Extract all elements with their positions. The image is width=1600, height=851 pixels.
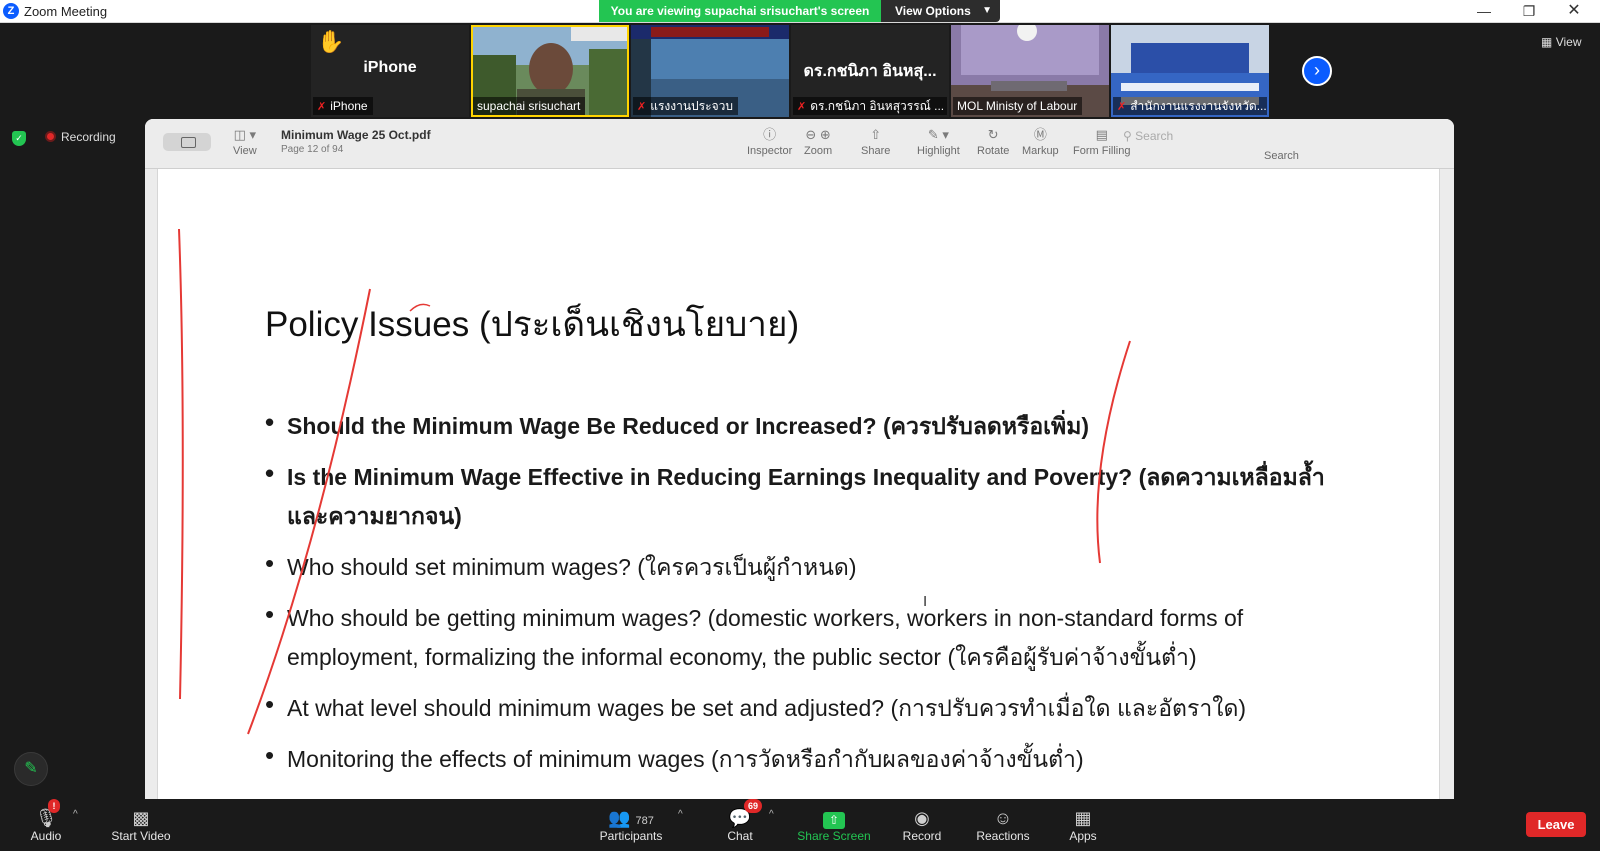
- record-icon: ◉: [914, 808, 930, 828]
- zoom-logo-icon: Z: [3, 3, 19, 19]
- sidebar-toggle-button[interactable]: [163, 133, 211, 151]
- participant-name-label: supachai srisuchart: [473, 97, 586, 115]
- view-menu-button[interactable]: ◫ ▾ View: [233, 125, 257, 157]
- rotate-icon: ↻: [987, 127, 999, 142]
- markup-button[interactable]: Ⓜ Markup: [1022, 125, 1059, 157]
- participant-name-label: ✗ iPhone: [313, 97, 373, 115]
- participants-options-caret[interactable]: ^: [678, 809, 683, 820]
- minimize-button[interactable]: —: [1462, 0, 1506, 23]
- viewing-screen-banner: You are viewing supachai srisuchart's sc…: [599, 0, 881, 22]
- participant-name-label: MOL Ministy of Labour: [953, 97, 1083, 115]
- annotation-stroke: [178, 228, 184, 700]
- page-indicator: Page 12 of 94: [281, 144, 344, 155]
- chat-button[interactable]: 💬 69 Chat: [722, 799, 762, 843]
- share-screen-icon: ⇧: [823, 812, 845, 829]
- participant-tile[interactable]: supachai srisuchart: [471, 25, 629, 117]
- mic-muted-icon: ✗: [637, 101, 647, 113]
- markup-icon: Ⓜ: [1033, 127, 1047, 142]
- highlighter-icon: ✎ ▾: [927, 127, 949, 142]
- mic-muted-icon: ✗: [1117, 101, 1127, 113]
- form-filling-icon: ▤: [1095, 127, 1108, 142]
- share-button[interactable]: ⇧ Share: [861, 125, 890, 157]
- bullet-item: At what level should minimum wages be se…: [265, 685, 1365, 728]
- slide-title: Policy Issues (ประเด็นเชิงนโยบาย): [265, 305, 800, 344]
- sidebar-icon: ◫ ▾: [233, 127, 257, 142]
- search-label: Search: [1264, 150, 1299, 162]
- window-title: Zoom Meeting: [24, 4, 108, 19]
- participant-count: 787: [635, 815, 654, 827]
- pdf-toolbar: ◫ ▾ View Minimum Wage 25 Oct.pdf Page 12…: [145, 119, 1454, 169]
- reactions-button[interactable]: ☺ Reactions: [976, 807, 1030, 843]
- participant-tile[interactable]: ✋ iPhone ✗ iPhone: [311, 25, 469, 117]
- apps-icon: ▦: [1074, 808, 1092, 828]
- video-off-icon: ▩: [132, 808, 150, 828]
- zoom-button[interactable]: ⊖ ⊕ Zoom: [804, 125, 832, 157]
- audio-options-caret[interactable]: ^: [73, 809, 78, 820]
- chat-unread-badge: 69: [744, 799, 762, 813]
- bullet-item: Who should be getting minimum wages? (do…: [265, 595, 1365, 677]
- form-filling-button[interactable]: ▤ Form Filling: [1073, 125, 1130, 157]
- pdf-page: Policy Issues (ประเด็นเชิงนโยบาย) Should…: [157, 169, 1440, 799]
- recording-indicator[interactable]: Recording: [45, 130, 116, 144]
- participant-tile[interactable]: ✗ แรงงานประจวบ: [631, 25, 789, 117]
- security-shield-icon[interactable]: ✓: [12, 131, 26, 146]
- participant-display-name: iPhone: [363, 59, 417, 76]
- rotate-button[interactable]: ↻ Rotate: [977, 125, 1009, 157]
- meeting-controls-bar: 🎙 ! Audio ^ ▩ Start Video 👥 787 Particip…: [0, 799, 1600, 851]
- bullet-item: Who should set minimum wages? (ใครควรเป็…: [265, 544, 1365, 587]
- participant-tile[interactable]: ✗ สำนักงานแรงงานจังหวัด...: [1111, 25, 1269, 117]
- participant-name-label: ✗ ดร.กชนิภา อินหสุวรรณ์ ...: [793, 97, 947, 115]
- bullet-item: Is the Minimum Wage Effective in Reducin…: [265, 454, 1365, 536]
- participants-icon: 👥 787: [608, 808, 654, 828]
- record-dot-icon: [45, 131, 56, 142]
- search-input[interactable]: ⚲ Search: [1123, 129, 1373, 147]
- participant-name-label: ✗ แรงงานประจวบ: [633, 97, 738, 115]
- bullet-item: Monitoring the effects of minimum wages …: [265, 736, 1365, 779]
- shared-screen-pdf-window: ◫ ▾ View Minimum Wage 25 Oct.pdf Page 12…: [145, 119, 1454, 799]
- document-title: Minimum Wage 25 Oct.pdf: [281, 128, 431, 142]
- share-screen-button[interactable]: ⇧ Share Screen: [796, 807, 872, 843]
- audio-button[interactable]: 🎙 ! Audio: [28, 799, 64, 843]
- participant-tile[interactable]: MOL Ministy of Labour: [951, 25, 1109, 117]
- bullet-list: Should the Minimum Wage Be Reduced or In…: [265, 403, 1365, 791]
- search-icon: ⚲: [1123, 129, 1132, 143]
- leave-button[interactable]: Leave: [1526, 812, 1586, 837]
- bullet-item: Should the Minimum Wage Be Reduced or In…: [265, 403, 1365, 446]
- participant-tile[interactable]: ดร.กชนิภา อินหสุ... ✗ ดร.กชนิภา อินหสุวรร…: [791, 25, 949, 117]
- participant-thumbnail-strip: ✋ iPhone ✗ iPhone supachai srisuchart ✗ แร…: [311, 25, 1291, 117]
- participants-button[interactable]: 👥 787 Participants: [596, 807, 666, 843]
- maximize-button[interactable]: ❐: [1507, 0, 1551, 23]
- close-button[interactable]: ✕: [1552, 0, 1596, 23]
- mic-muted-icon: ✗: [797, 101, 807, 113]
- participant-display-name: ดร.กชนิภา อินหสุ...: [803, 63, 937, 80]
- inspector-button[interactable]: ⓘ Inspector: [747, 125, 792, 157]
- zoom-icon: ⊖ ⊕: [805, 127, 831, 142]
- chevron-down-icon: ▼: [982, 5, 992, 16]
- view-options-label: View Options: [895, 4, 971, 18]
- record-button[interactable]: ◉ Record: [898, 807, 946, 843]
- view-button[interactable]: ▦ View: [1541, 35, 1581, 49]
- info-icon: ⓘ: [763, 127, 777, 142]
- apps-button[interactable]: ▦ Apps: [1066, 807, 1100, 843]
- audio-alert-badge: !: [48, 799, 60, 813]
- text-cursor-icon: I: [923, 593, 928, 610]
- next-participants-button[interactable]: ›: [1302, 56, 1332, 86]
- pen-icon: ✎: [24, 760, 38, 777]
- start-video-button[interactable]: ▩ Start Video: [106, 807, 176, 843]
- grid-icon: ▦: [1541, 35, 1553, 49]
- annotate-pen-button[interactable]: ✎: [14, 752, 48, 786]
- mic-muted-icon: ✗: [317, 101, 327, 113]
- share-icon: ⇧: [870, 127, 882, 142]
- participant-name-label: ✗ สำนักงานแรงงานจังหวัด...: [1113, 97, 1267, 115]
- smiley-icon: ☺: [993, 808, 1013, 828]
- raised-hand-icon: ✋: [317, 29, 345, 54]
- view-options-button[interactable]: View Options ▼: [881, 0, 1000, 22]
- highlight-button[interactable]: ✎ ▾ Highlight: [917, 125, 960, 157]
- chat-options-caret[interactable]: ^: [769, 809, 774, 820]
